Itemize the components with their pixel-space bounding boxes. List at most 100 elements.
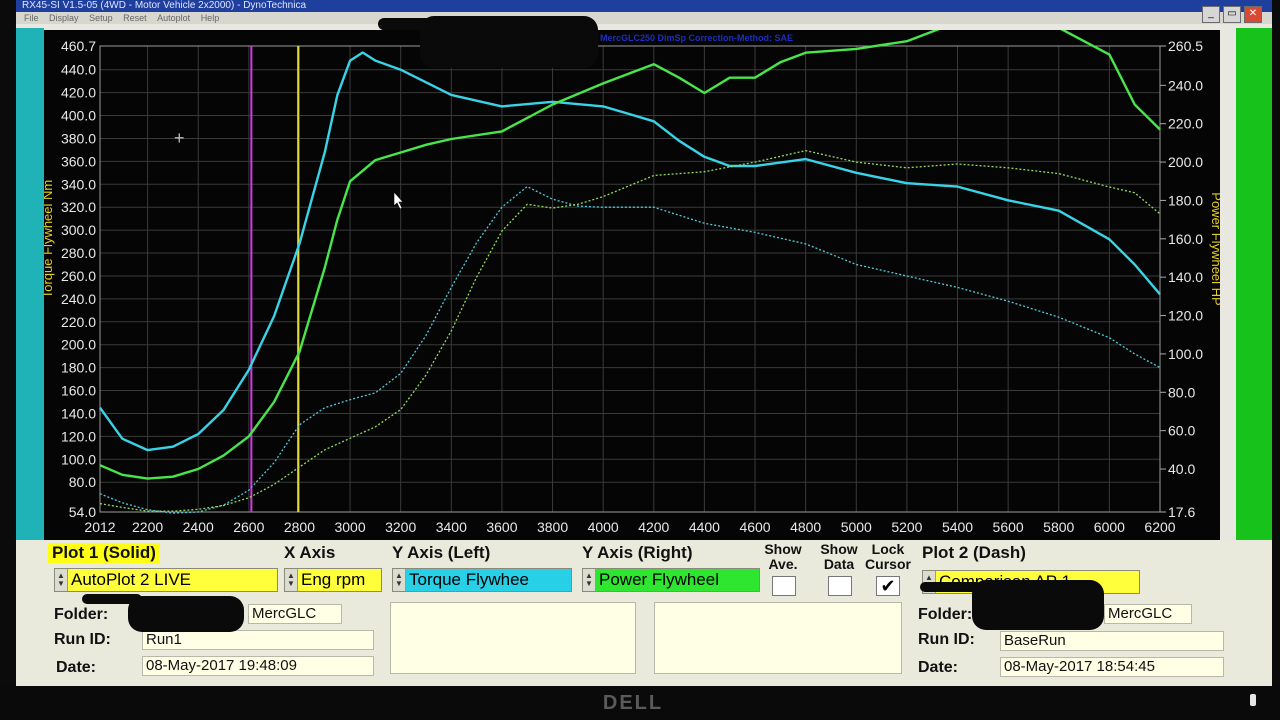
menu-autoplot[interactable]: Autoplot <box>157 13 190 23</box>
plot2-header: Plot 2 (Dash) <box>922 543 1026 562</box>
plot1-header: Plot 1 (Solid) <box>48 543 160 563</box>
window-controls: _ ▭ ✕ <box>1202 6 1262 23</box>
left-date-label: Date: <box>56 659 97 676</box>
y-right-spin-icon[interactable]: ▲ ▼ <box>583 569 596 591</box>
plot1-select-value: AutoPlot 2 LIVE <box>71 570 192 589</box>
menu-setup[interactable]: Setup <box>89 13 113 23</box>
x-tick-label: 3600 <box>486 519 517 535</box>
x-tick-label: 4600 <box>739 519 770 535</box>
plot1-spin-icon[interactable]: ▲ ▼ <box>55 569 68 591</box>
y-left-tick-label: 300.0 <box>61 222 96 238</box>
x-axis-spin-icon[interactable]: ▲ ▼ <box>285 569 298 591</box>
y-right-tick-label: 120.0 <box>1168 308 1203 324</box>
lock-cursor-checkbox[interactable]: ✔ <box>876 576 900 596</box>
x-tick-label: 3800 <box>537 519 568 535</box>
menu-reset[interactable]: Reset <box>123 13 147 23</box>
monitor-bezel-left <box>0 0 16 720</box>
y-left-select[interactable]: ▲ ▼ Torque Flywhee <box>392 568 572 592</box>
redaction-mark-right <box>972 580 1104 630</box>
y-left-axis-title: Torque Flywheel Nm <box>44 180 55 299</box>
x-tick-label: 2800 <box>284 519 315 535</box>
y-right-axis-title: Power Flywheel HP <box>1209 192 1220 305</box>
y-right-tick-label: 40.0 <box>1168 461 1195 477</box>
y-left-tick-label: 160.0 <box>61 383 96 399</box>
y-right-tick-label: 17.6 <box>1168 504 1195 520</box>
monitor-brand-logo: DELL <box>602 692 664 714</box>
notes-box-right[interactable] <box>654 602 902 674</box>
maximize-icon[interactable]: ▭ <box>1223 6 1241 23</box>
x-axis-select[interactable]: ▲ ▼ Eng rpm <box>284 568 382 592</box>
show-ave-checkbox[interactable] <box>772 576 796 596</box>
menu-help[interactable]: Help <box>201 13 220 23</box>
menu-file[interactable]: File <box>24 13 39 23</box>
y-left-tick-label: 140.0 <box>61 405 96 421</box>
y-left-tick-label: 380.0 <box>61 130 96 146</box>
x-tick-label: 5000 <box>841 519 872 535</box>
right-folder-field[interactable]: MercGLC <box>1104 604 1192 624</box>
y-left-tick-label: 420.0 <box>61 85 96 101</box>
torque-axis-strip <box>16 28 44 540</box>
notes-box-left[interactable] <box>390 602 636 674</box>
y-right-tick-label: 260.5 <box>1168 38 1203 54</box>
y-left-tick-label: 54.0 <box>69 504 96 520</box>
close-icon[interactable]: ✕ <box>1244 6 1262 23</box>
right-date-field[interactable]: 08-May-2017 18:54:45 <box>1000 657 1224 677</box>
y-right-select[interactable]: ▲ ▼ Power Flywheel <box>582 568 760 592</box>
dyno-chart: 460.7 440.0 420.0 400.0 380.0 360.0 340.0 320.0… <box>40 18 1224 542</box>
y-right-tick-label: 180.0 <box>1168 192 1203 208</box>
y-left-tick-label: 320.0 <box>61 199 96 215</box>
left-runid-label: Run ID: <box>54 631 111 648</box>
y-right-select-value: Power Flywheel <box>599 570 719 589</box>
redaction-mark-left <box>128 596 244 632</box>
redaction-mark-top <box>420 16 598 68</box>
y-left-tick-label: 200.0 <box>61 337 96 353</box>
x-tick-label: 4800 <box>790 519 821 535</box>
y-left-spin-icon[interactable]: ▲ ▼ <box>393 569 406 591</box>
menu-display[interactable]: Display <box>49 13 79 23</box>
left-date-field[interactable]: 08-May-2017 19:48:09 <box>142 656 374 676</box>
y-right-header: Y Axis (Right) <box>582 543 693 562</box>
left-folder-field[interactable]: MercGLC <box>248 604 342 624</box>
x-tick-label: 5200 <box>891 519 922 535</box>
y-right-tick-label: 140.0 <box>1168 269 1203 285</box>
y-left-tick-label: 80.0 <box>69 474 96 490</box>
chart-svg: 460.7 440.0 420.0 400.0 380.0 360.0 340.0 320.0… <box>40 18 1224 535</box>
x-tick-label: 4000 <box>588 519 619 535</box>
x-tick-label: 4200 <box>638 519 669 535</box>
y-left-tick-label: 440.0 <box>61 62 96 78</box>
left-folder-label: Folder: <box>54 606 109 623</box>
show-data-checkbox[interactable] <box>828 576 852 596</box>
right-runid-label: Run ID: <box>918 631 975 648</box>
y-left-tick-label: 220.0 <box>61 314 96 330</box>
x-tick-label: 2012 <box>84 519 115 535</box>
x-axis-select-value: Eng rpm <box>301 570 366 589</box>
y-left-tick-label: 460.7 <box>61 38 96 54</box>
y-left-tick-label: 360.0 <box>61 153 96 169</box>
x-tick-label: 3200 <box>385 519 416 535</box>
right-date-label: Date: <box>918 659 959 676</box>
y-right-tick-label: 240.0 <box>1168 77 1203 93</box>
lock-cursor-label: Lock Cursor <box>865 541 911 572</box>
show-ave-label: Show Ave. <box>764 541 802 572</box>
power-led-icon <box>1250 694 1256 706</box>
y-left-tick-label: 260.0 <box>61 268 96 284</box>
plot1-select[interactable]: ▲ ▼ AutoPlot 2 LIVE <box>54 568 278 592</box>
redaction-mark-top-pointer <box>378 18 438 30</box>
x-tick-label: 5600 <box>993 519 1024 535</box>
minimize-icon[interactable]: _ <box>1202 6 1220 23</box>
x-tick-label: 3400 <box>436 519 467 535</box>
crosshair-icon: + <box>174 128 185 148</box>
header-info: MercGLC250 DimSp Correction-Method: SAE <box>600 33 793 43</box>
y-right-tick-label: 200.0 <box>1168 154 1203 170</box>
right-runid-field[interactable]: BaseRun <box>1000 631 1224 651</box>
right-folder-label: Folder: <box>918 606 973 623</box>
menu-bar: File Display Setup Reset Autoplot Help <box>16 12 1272 24</box>
left-runid-field[interactable]: Run1 <box>142 630 374 650</box>
y-left-tick-label: 180.0 <box>61 360 96 376</box>
x-tick-label: 4400 <box>689 519 720 535</box>
series-line-4 <box>99 149 1161 512</box>
y-right-tick-label: 100.0 <box>1168 346 1203 362</box>
x-tick-label: 2400 <box>183 519 214 535</box>
x-tick-label: 5400 <box>942 519 973 535</box>
y-left-tick-label: 100.0 <box>61 451 96 467</box>
